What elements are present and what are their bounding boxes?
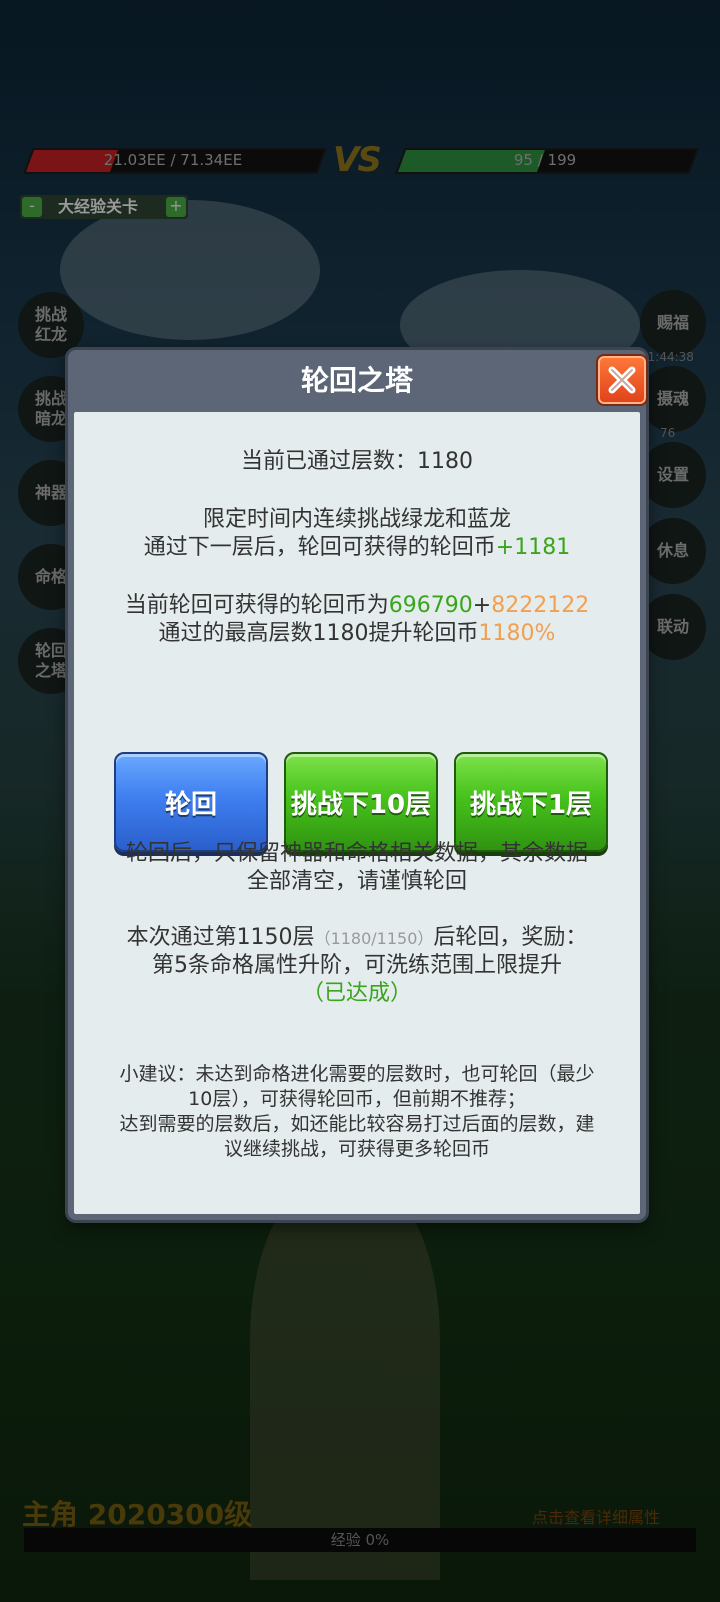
- current-coins: 当前轮回可获得的轮回币为696790+8222122: [74, 592, 640, 620]
- warning-line-1: 轮回后，只保留神器和命格相关数据，其余数据: [125, 841, 588, 866]
- link-button[interactable]: 联动: [640, 594, 706, 660]
- current-coins-label: 当前轮回可获得的轮回币为: [124, 593, 389, 618]
- reward-progress: （1180/1150）: [314, 929, 434, 948]
- link-label: 联动: [656, 617, 689, 636]
- blessing-timer: 11:44:38: [640, 350, 694, 364]
- stage-prev-button[interactable]: -: [22, 197, 42, 217]
- reward-suffix: 后轮回，奖励：: [433, 925, 588, 950]
- challenge-red-dragon-label: 挑战 红龙: [34, 305, 67, 344]
- dialog-content: 当前已通过层数：1180 限定时间内连续挑战绿龙和蓝龙 通过下一层后，轮回可获得…: [74, 412, 640, 1214]
- blessing-label: 赐福: [656, 313, 689, 332]
- hero-level: 主角 2020300级: [22, 1498, 253, 1531]
- current-coins-base: 696790: [388, 593, 473, 618]
- tip-line-3: 达到需要的层数后，如还能比较容易打过后面的层数，建: [119, 1113, 595, 1135]
- close-x-icon: [608, 366, 636, 394]
- challenge-next-1-button[interactable]: 挑战下1层: [454, 752, 608, 852]
- stage-selector: - 大经验关卡 +: [20, 195, 188, 219]
- passed-floors-label: 当前已通过层数：: [240, 449, 417, 474]
- passed-floors: 当前已通过层数：1180: [74, 448, 640, 476]
- passed-floors-value: 1180: [417, 449, 473, 474]
- coin-boost-label: 通过的最高层数1180提升轮回币: [158, 621, 479, 646]
- soul-button[interactable]: 摄魂: [640, 366, 706, 432]
- player-hp-text: 21.03EE / 71.34EE: [103, 151, 243, 169]
- coin-boost: 通过的最高层数1180提升轮回币1180%: [74, 620, 640, 648]
- reward-line-2: 第5条命格属性升阶，可洗练范围上限提升: [152, 953, 562, 978]
- artifact-label: 神器: [34, 483, 67, 502]
- tip-line-2: 10层），可获得轮回币，但前期不推荐；: [188, 1088, 526, 1110]
- reincarnation-tower-dialog: 轮回之塔 当前已通过层数：1180 限定时间内连续挑战绿龙和蓝龙 通过下一层后，…: [68, 350, 646, 1220]
- blessing-button[interactable]: 赐福: [640, 290, 706, 356]
- settings-label: 设置: [656, 465, 689, 484]
- reward-status: （已达成）: [301, 981, 412, 1006]
- challenge-next-10-button[interactable]: 挑战下10层: [284, 752, 438, 852]
- exp-text: 经验 0%: [330, 1531, 390, 1549]
- detail-hint-link[interactable]: 点击查看详细属性: [532, 1504, 660, 1528]
- next-floor-reward-label: 通过下一层后，轮回可获得的轮回币: [143, 535, 496, 560]
- reward-floor-label: 本次通过第1150层: [126, 925, 315, 950]
- current-coins-plus: +: [472, 593, 492, 618]
- desc-line-1: 限定时间内连续挑战绿龙和蓝龙: [202, 507, 511, 532]
- stage-next-button[interactable]: +: [166, 197, 186, 217]
- stage-label: 大经验关卡: [58, 197, 139, 216]
- soul-label: 摄魂: [656, 389, 689, 408]
- rest-label: 休息: [656, 541, 689, 560]
- exp-bar: 经验 0%: [24, 1528, 696, 1552]
- settings-button[interactable]: 设置: [640, 442, 706, 508]
- enemy-hp-text: 95 / 199: [513, 151, 577, 169]
- tip-line-4: 议继续挑战，可获得更多轮回币: [223, 1138, 490, 1160]
- desc-line-2: 通过下一层后，轮回可获得的轮回币+1181: [74, 534, 640, 562]
- rest-button[interactable]: 休息: [640, 518, 706, 584]
- reward-line-1: 本次通过第1150层（1180/1150）后轮回，奖励：: [74, 924, 640, 953]
- dialog-title: 轮回之塔: [300, 364, 413, 397]
- coin-boost-value: 1180%: [478, 621, 556, 646]
- challenge-dark-dragon-label: 挑战 暗龙: [34, 389, 67, 428]
- vs-label: VS: [333, 140, 382, 180]
- challenge-red-dragon-button[interactable]: 挑战 红龙: [18, 292, 84, 358]
- reincarnate-button[interactable]: 轮回: [114, 752, 268, 852]
- current-coins-bonus: 8222122: [491, 593, 590, 618]
- close-button[interactable]: [596, 354, 648, 406]
- soul-count: 76: [660, 426, 676, 440]
- reincarnation-tower-label: 轮回 之塔: [34, 641, 67, 680]
- fate-label: 命格: [34, 567, 67, 586]
- warning-line-2: 全部清空，请谨慎轮回: [246, 869, 467, 894]
- tip-line-1: 小建议：未达到命格进化需要的层数时，也可轮回（最少: [119, 1063, 595, 1085]
- next-floor-reward-value: +1181: [495, 535, 571, 560]
